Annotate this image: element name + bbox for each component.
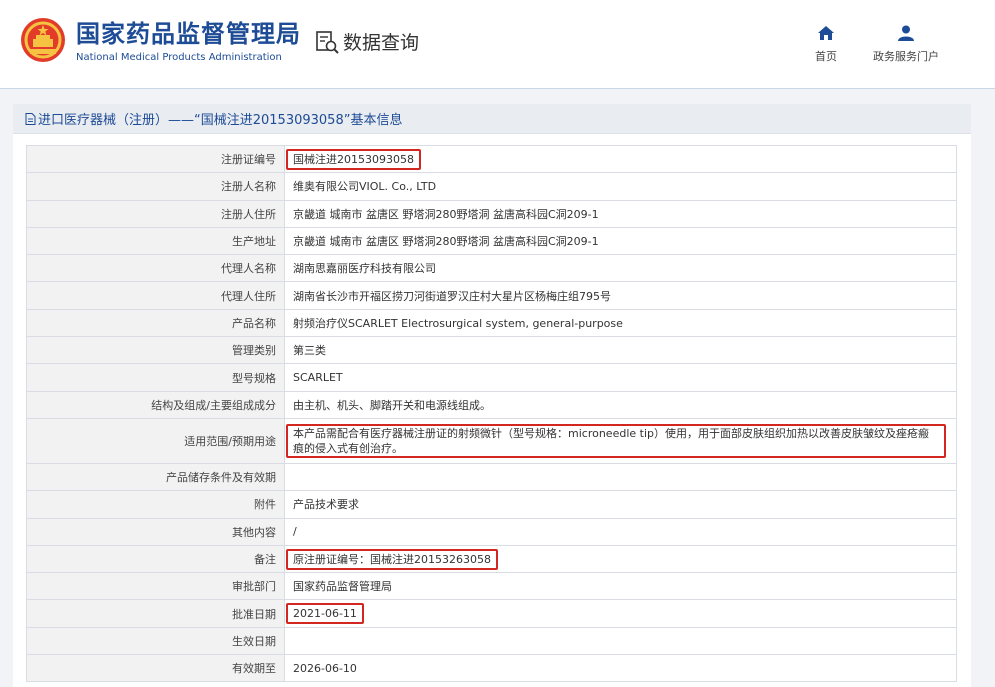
table-row: 产品储存条件及有效期 (26, 462, 957, 492)
table-row: 审批部门 国家药品监督管理局 (26, 572, 957, 601)
approval-date-value: 2021-06-11 (286, 603, 364, 625)
field-label: 注册人住所 (26, 199, 285, 228)
field-label: 注册人名称 (26, 172, 285, 201)
table-row: 批准日期 2021-06-11 (26, 599, 957, 628)
registration-number-value: 国械注进20153093058 (286, 148, 421, 170)
data-query-label: 数据查询 (343, 32, 420, 54)
table-row: 产品名称 射频治疗仪SCARLET Electrosurgical system… (26, 308, 957, 338)
brand[interactable]: 国家药品监督管理局 National Medical Products Admi… (76, 20, 301, 63)
remarks-value: 原注册证编号：国械注进20153263058 (286, 548, 498, 570)
home-icon (818, 26, 834, 40)
org-name-en: National Medical Products Administration (76, 52, 282, 63)
table-row: 型号规格 SCARLET (26, 363, 957, 392)
field-value: 产品技术要求 (284, 490, 957, 519)
field-label: 审批部门 (26, 572, 285, 601)
field-value: 国家药品监督管理局 (284, 572, 957, 601)
site-header: 国家药品监督管理局 National Medical Products Admi… (0, 0, 995, 89)
field-value: SCARLET (284, 363, 957, 392)
nav-portal[interactable]: 政务服务门户 (868, 24, 944, 64)
field-value: 射频治疗仪SCARLET Electrosurgical system, gen… (284, 308, 957, 338)
table-row: 代理人名称 湖南思嘉丽医疗科技有限公司 (26, 254, 957, 283)
field-label: 生产地址 (26, 226, 285, 256)
field-label: 注册证编号 (26, 144, 285, 174)
table-row: 结构及组成/主要组成成分 由主机、机头、脚踏开关和电源线组成。 (26, 390, 957, 419)
field-label: 型号规格 (26, 363, 285, 392)
field-value (284, 626, 957, 656)
table-row: 有效期至 2026-06-10 (26, 654, 957, 683)
table-row: 代理人住所 湖南省长沙市开福区捞刀河街道罗汉庄村大星片区杨梅庄组795号 (26, 281, 957, 310)
field-label: 生效日期 (26, 626, 285, 656)
field-label: 其他内容 (26, 517, 285, 546)
table-row: 管理类别 第三类 (26, 336, 957, 365)
field-value: 湖南思嘉丽医疗科技有限公司 (284, 254, 957, 283)
field-value: 2021-06-11 (284, 599, 957, 628)
table-row: 注册人住所 京畿道 城南市 盆唐区 野塔洞280野塔洞 盆唐高科园C洞209-1 (26, 199, 957, 228)
detail-panel: 进口医疗器械（注册）——“国械注进20153093058”基本信息 注册证编号 … (13, 104, 971, 687)
panel-title-bar: 进口医疗器械（注册）——“国械注进20153093058”基本信息 (13, 104, 971, 134)
field-label: 附件 (26, 490, 285, 519)
field-value: 京畿道 城南市 盆唐区 野塔洞280野塔洞 盆唐高科园C洞209-1 (284, 199, 957, 228)
table-row: 注册证编号 国械注进20153093058 (26, 144, 957, 174)
table-row: 备注 原注册证编号：国械注进20153263058 (26, 544, 957, 574)
field-value: 本产品需配合有医疗器械注册证的射频微针（型号规格：microneedle tip… (284, 417, 957, 464)
intended-use-value: 本产品需配合有医疗器械注册证的射频微针（型号规格：microneedle tip… (286, 423, 946, 458)
table-row: 适用范围/预期用途 本产品需配合有医疗器械注册证的射频微针（型号规格：micro… (26, 417, 957, 464)
field-label: 批准日期 (26, 599, 285, 628)
data-query-icon (316, 30, 339, 54)
field-value: 京畿道 城南市 盆唐区 野塔洞280野塔洞 盆唐高科园C洞209-1 (284, 226, 957, 256)
field-value: 湖南省长沙市开福区捞刀河街道罗汉庄村大星片区杨梅庄组795号 (284, 281, 957, 310)
field-value: / (284, 517, 957, 546)
registration-info-table: 注册证编号 国械注进20153093058 注册人名称 维奥有限公司VIOL. … (26, 144, 957, 683)
nav-home-label: 首页 (815, 50, 837, 63)
field-value: 2026-06-10 (284, 654, 957, 683)
table-row: 生产地址 京畿道 城南市 盆唐区 野塔洞280野塔洞 盆唐高科园C洞209-1 (26, 226, 957, 256)
document-icon (25, 112, 36, 125)
national-emblem-icon (21, 18, 65, 62)
field-value: 第三类 (284, 336, 957, 365)
org-name-cn: 国家药品监督管理局 (76, 20, 301, 48)
table-row: 生效日期 (26, 626, 957, 656)
table-row: 注册人名称 维奥有限公司VIOL. Co., LTD (26, 172, 957, 201)
nav-home[interactable]: 首页 (812, 24, 840, 64)
field-label: 备注 (26, 544, 285, 574)
field-value: 原注册证编号：国械注进20153263058 (284, 544, 957, 574)
data-query-link[interactable]: 数据查询 (314, 28, 419, 55)
panel-title: 进口医疗器械（注册）——“国械注进20153093058”基本信息 (38, 113, 403, 128)
user-icon (898, 25, 914, 41)
field-value: 维奥有限公司VIOL. Co., LTD (284, 172, 957, 201)
table-row: 其他内容 / (26, 517, 957, 546)
field-label: 管理类别 (26, 336, 285, 365)
field-label: 有效期至 (26, 654, 285, 683)
field-value: 由主机、机头、脚踏开关和电源线组成。 (284, 390, 957, 419)
field-label: 适用范围/预期用途 (26, 417, 285, 464)
field-value (284, 462, 957, 492)
field-label: 代理人住所 (26, 281, 285, 310)
field-label: 产品名称 (26, 308, 285, 338)
field-label: 结构及组成/主要组成成分 (26, 390, 285, 419)
field-label: 代理人名称 (26, 254, 285, 283)
nav-portal-label: 政务服务门户 (873, 50, 939, 63)
table-row: 附件 产品技术要求 (26, 490, 957, 519)
field-label: 产品储存条件及有效期 (26, 462, 285, 492)
field-value: 国械注进20153093058 (284, 144, 957, 174)
